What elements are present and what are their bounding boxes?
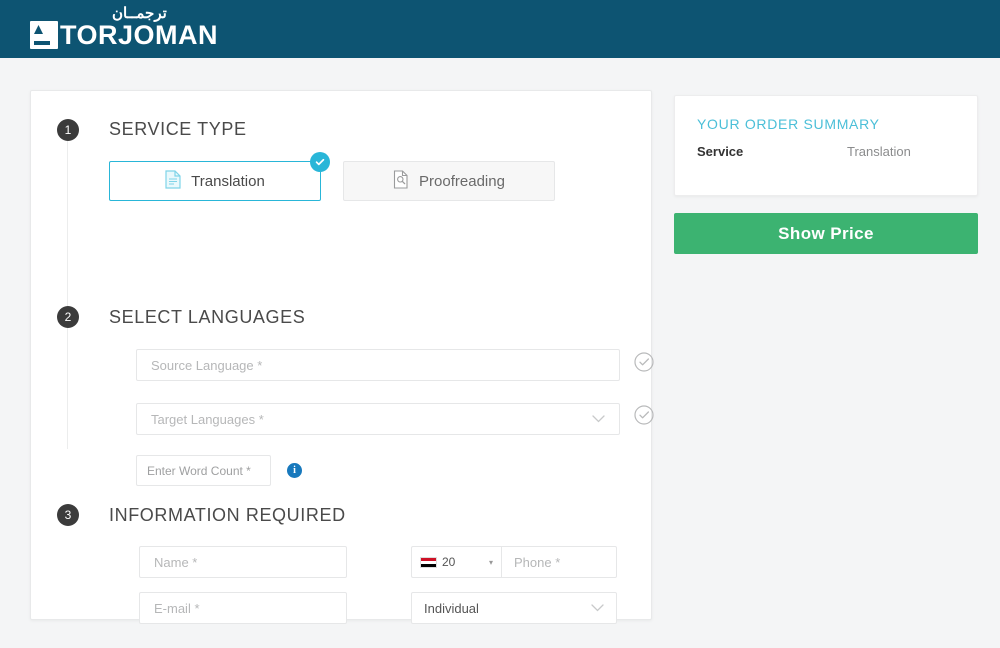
torjoman-mark-icon (30, 21, 58, 49)
step-marker-1: 1 (57, 119, 79, 141)
logo-arabic-text: ترجمــان (112, 5, 167, 22)
word-count-placeholder: Enter Word Count * (147, 463, 251, 478)
order-summary-card: YOUR ORDER SUMMARY Service Translation (674, 95, 978, 196)
check-badge-icon (310, 152, 330, 172)
name-placeholder: Name * (154, 554, 198, 570)
chevron-down-icon: ▾ (488, 557, 493, 567)
egypt-flag-icon (420, 556, 437, 568)
customer-type-value: Individual (424, 600, 479, 616)
name-input[interactable]: Name * (139, 546, 347, 578)
phone-placeholder: Phone * (514, 554, 561, 570)
service-option-translation[interactable]: Translation (109, 152, 330, 201)
show-price-button[interactable]: Show Price (674, 213, 978, 254)
page-root: ترجمــان TORJOMAN 1 SERVICE TYPE Transla… (0, 0, 1000, 648)
phone-group: 20 ▾ Phone * (411, 546, 617, 578)
chevron-down-icon (591, 604, 604, 612)
info-icon[interactable]: i (287, 463, 302, 478)
source-language-input[interactable]: Source Language * (136, 349, 620, 381)
email-placeholder: E-mail * (154, 600, 200, 616)
document-magnifier-icon (393, 169, 409, 193)
step-title-service-type: SERVICE TYPE (109, 119, 247, 139)
logo-wordmark: TORJOMAN (60, 20, 219, 50)
chevron-down-icon (592, 415, 605, 423)
service-option-translation-label: Translation (191, 172, 265, 190)
summary-row-service: Service Translation (697, 144, 955, 159)
order-summary-title: YOUR ORDER SUMMARY (697, 116, 880, 132)
email-input[interactable]: E-mail * (139, 592, 347, 624)
step-marker-2: 2 (57, 306, 79, 328)
summary-service-label: Service (697, 144, 744, 159)
service-option-proofreading-label: Proofreading (419, 172, 505, 190)
service-type-options: Translation Proofreading (109, 152, 555, 201)
service-option-proofreading[interactable]: Proofreading (343, 161, 555, 201)
word-count-input[interactable]: Enter Word Count * (136, 455, 271, 486)
country-code-select[interactable]: 20 ▾ (411, 546, 501, 578)
order-form-card: 1 SERVICE TYPE Translation Proofreading … (30, 90, 654, 624)
step-marker-3: 3 (57, 504, 79, 526)
source-language-circle-check-icon (634, 352, 654, 372)
country-code-value: 20 (442, 555, 456, 569)
logo-text: ترجمــان TORJOMAN (60, 5, 219, 50)
target-languages-circle-check-icon (634, 405, 654, 425)
brand-logo[interactable]: ترجمــان TORJOMAN (30, 5, 219, 50)
target-languages-select[interactable]: Target Languages * (136, 403, 620, 435)
summary-service-value: Translation (847, 144, 911, 159)
step-title-select-languages: SELECT LANGUAGES (109, 307, 306, 327)
source-language-placeholder: Source Language * (151, 357, 263, 373)
document-icon (165, 169, 181, 193)
phone-input[interactable]: Phone * (501, 546, 617, 578)
site-header: ترجمــان TORJOMAN (0, 0, 1000, 58)
customer-type-select[interactable]: Individual (411, 592, 617, 624)
target-languages-placeholder: Target Languages * (151, 411, 264, 427)
step-title-information-required: INFORMATION REQUIRED (109, 505, 346, 525)
step-connector-line (67, 139, 68, 449)
